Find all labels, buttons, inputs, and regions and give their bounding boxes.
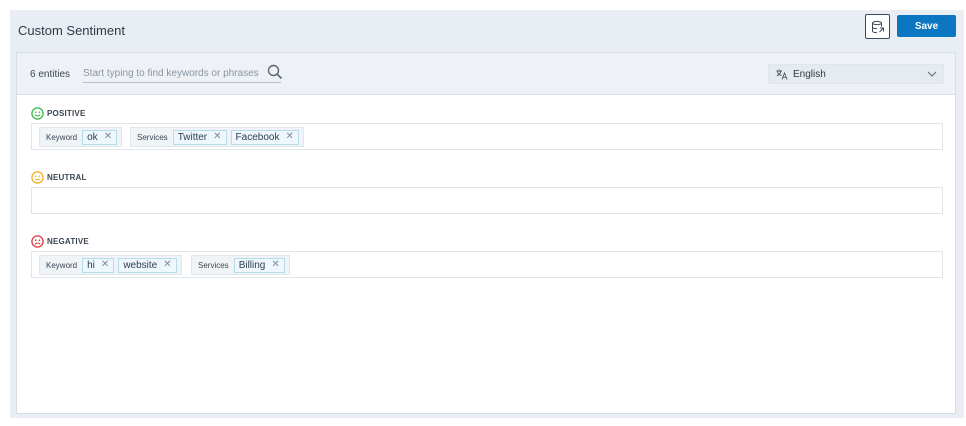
- close-icon[interactable]: ✕: [104, 132, 112, 142]
- page-title: Custom Sentiment: [18, 23, 125, 38]
- close-icon[interactable]: ✕: [213, 132, 221, 142]
- entity-chip[interactable]: ok ✕: [82, 129, 118, 145]
- chevron-down-icon: [927, 71, 937, 77]
- negative-entity-box[interactable]: Keyword hi ✕ website ✕ Services Billing …: [31, 251, 943, 278]
- negative-keyword-group: Keyword hi ✕ website ✕: [39, 255, 182, 275]
- neutral-entity-box[interactable]: [31, 187, 943, 214]
- language-select[interactable]: English: [768, 64, 944, 84]
- chip-text: ok: [87, 131, 98, 143]
- chip-text: Billing: [238, 259, 266, 271]
- close-icon[interactable]: ✕: [101, 260, 109, 270]
- sentiment-panel: 6 entities English: [16, 52, 956, 414]
- panel-toolbar: 6 entities English: [17, 53, 955, 95]
- close-icon[interactable]: ✕: [271, 260, 279, 270]
- entity-chip[interactable]: Twitter ✕: [172, 129, 227, 145]
- database-export-icon: [871, 20, 884, 33]
- language-label: English: [793, 69, 826, 80]
- chip-text: Facebook: [235, 131, 280, 143]
- smiley-sad-icon: [31, 235, 44, 248]
- close-icon[interactable]: ✕: [285, 132, 293, 142]
- smiley-happy-icon: [31, 107, 44, 120]
- neutral-section-header: NEUTRAL: [31, 171, 87, 184]
- save-button[interactable]: Save: [897, 15, 956, 37]
- positive-label: POSITIVE: [47, 109, 86, 118]
- chip-text: hi: [87, 259, 95, 271]
- group-label: Services: [198, 260, 229, 270]
- negative-services-group: Services Billing ✕: [191, 255, 290, 275]
- smiley-neutral-icon: [31, 171, 44, 184]
- app-frame: Custom Sentiment Save 6 entities Start t…: [10, 10, 964, 418]
- chip-text: website: [123, 259, 158, 271]
- search-icon[interactable]: [267, 64, 283, 80]
- page-header: Custom Sentiment Save: [10, 10, 964, 52]
- group-label: Keyword: [46, 132, 78, 142]
- positive-keyword-group: Keyword ok ✕: [39, 127, 123, 147]
- negative-label: NEGATIVE: [47, 237, 89, 246]
- search-input[interactable]: [83, 65, 281, 83]
- positive-section-header: POSITIVE: [31, 107, 86, 120]
- positive-entity-box[interactable]: Keyword ok ✕ Services Twitter ✕ Facebook…: [31, 123, 943, 150]
- entity-chip[interactable]: hi ✕: [82, 257, 115, 273]
- translate-icon: [776, 69, 788, 80]
- negative-section-header: NEGATIVE: [31, 235, 89, 248]
- chip-text: Twitter: [177, 131, 208, 143]
- entity-chip[interactable]: Facebook ✕: [230, 129, 299, 145]
- entity-chip[interactable]: Billing ✕: [233, 257, 285, 273]
- close-icon[interactable]: ✕: [163, 260, 171, 270]
- group-label: Services: [137, 132, 168, 142]
- export-button[interactable]: [865, 14, 890, 39]
- positive-services-group: Services Twitter ✕ Facebook ✕: [130, 127, 304, 147]
- group-label: Keyword: [46, 260, 78, 270]
- entity-chip[interactable]: website ✕: [118, 257, 177, 273]
- neutral-label: NEUTRAL: [47, 173, 87, 182]
- entity-count: 6 entities: [30, 69, 71, 80]
